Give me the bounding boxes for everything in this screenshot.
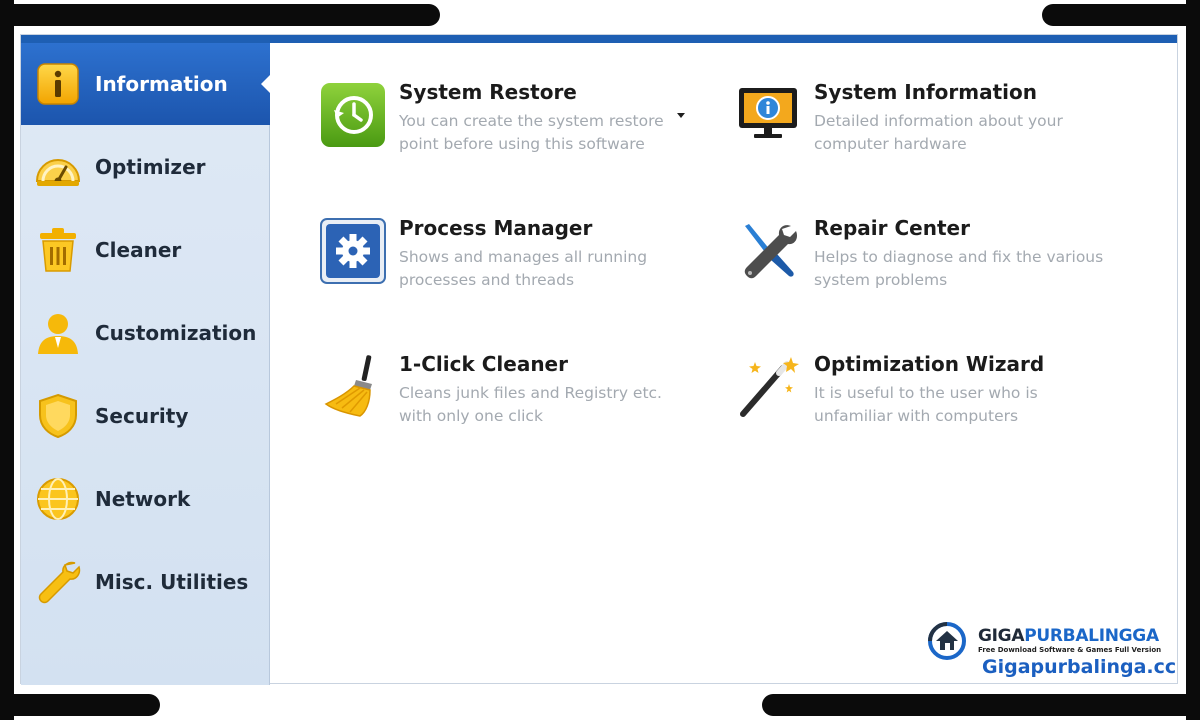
sidebar-item-security[interactable]: Security	[21, 375, 270, 457]
tool-title: System Information	[814, 80, 1037, 104]
watermark-brand-part1: GIGA	[978, 626, 1025, 646]
magic-wand-icon	[735, 354, 801, 420]
sidebar-item-label: Misc. Utilities	[95, 570, 249, 594]
monitor-info-icon	[735, 82, 801, 148]
trash-bin-icon	[33, 225, 83, 275]
tool-title: Process Manager	[399, 216, 593, 240]
tool-description: You can create the system restore point …	[399, 112, 664, 153]
tool-title: Repair Center	[814, 216, 970, 240]
screenshot-frame: Information Optimizer Cleaner Customizat…	[0, 0, 1200, 720]
tool-title: System Restore	[399, 80, 577, 104]
sidebar-item-label: Optimizer	[95, 155, 206, 179]
globe-icon	[33, 474, 83, 524]
sidebar-item-information[interactable]: Information	[21, 43, 270, 125]
frame-bar-top-left	[0, 4, 440, 26]
tool-description: Detailed information about your computer…	[814, 112, 1063, 153]
tool-repair-center[interactable]: Repair Center Helps to diagnose and fix …	[735, 216, 1135, 308]
sidebar-item-label: Information	[95, 72, 228, 96]
tool-description: Helps to diagnose and fix the various sy…	[814, 248, 1104, 289]
wrench-icon	[33, 557, 83, 607]
information-icon	[33, 59, 83, 109]
tool-description: It is useful to the user who is unfamili…	[814, 384, 1038, 425]
app-window: Information Optimizer Cleaner Customizat…	[20, 34, 1178, 685]
user-icon	[33, 308, 83, 358]
tool-title: Optimization Wizard	[814, 352, 1045, 376]
sidebar-item-cleaner[interactable]: Cleaner	[21, 209, 270, 291]
tool-optimization-wizard[interactable]: Optimization Wizard It is useful to the …	[735, 352, 1135, 444]
tool-1-click-cleaner[interactable]: 1-Click Cleaner Cleans junk files and Re…	[320, 352, 720, 444]
clock-restore-icon	[320, 82, 386, 148]
frame-bar-right	[1186, 0, 1200, 720]
frame-bar-left	[0, 0, 14, 720]
broom-icon	[320, 354, 386, 420]
tool-process-manager[interactable]: Process Manager Shows and manages all ru…	[320, 216, 720, 308]
sidebar-item-misc-utilities[interactable]: Misc. Utilities	[21, 541, 270, 623]
tool-system-restore[interactable]: System Restore You can create the system…	[320, 80, 720, 172]
wrench-screwdriver-icon	[735, 218, 801, 284]
sidebar-item-network[interactable]: Network	[21, 458, 270, 540]
sidebar: Information Optimizer Cleaner Customizat…	[21, 43, 270, 685]
watermark-logo-icon	[926, 620, 972, 662]
sidebar-item-label: Customization	[95, 321, 257, 345]
tool-system-information[interactable]: System Information Detailed information …	[735, 80, 1135, 172]
sidebar-item-label: Network	[95, 487, 191, 511]
shield-icon	[33, 391, 83, 441]
frame-bar-bottom-left	[0, 694, 160, 716]
tool-description: Cleans junk files and Registry etc. with…	[399, 384, 662, 425]
frame-bar-top-right	[1042, 4, 1200, 26]
sidebar-item-customization[interactable]: Customization	[21, 292, 270, 374]
tool-description: Shows and manages all running processes …	[399, 248, 648, 289]
watermark-brand-part2: PURBALINGGA	[1024, 626, 1159, 646]
tool-title: 1-Click Cleaner	[399, 352, 568, 376]
gauge-icon	[33, 142, 83, 192]
chevron-down-icon[interactable]	[677, 113, 685, 118]
watermark-url: Gigapurbalinga.cc	[982, 656, 1177, 678]
frame-bar-bottom-right	[762, 694, 1200, 716]
watermark: GIGAPURBALINGGA Free Download Software &…	[926, 620, 1176, 682]
window-accent-line	[21, 35, 1177, 43]
watermark-tagline: Free Download Software & Games Full Vers…	[978, 646, 1162, 654]
sidebar-item-label: Cleaner	[95, 238, 182, 262]
watermark-brand: GIGAPURBALINGGA	[978, 626, 1159, 646]
gear-icon	[320, 218, 386, 284]
sidebar-item-optimizer[interactable]: Optimizer	[21, 126, 270, 208]
sidebar-item-label: Security	[95, 404, 189, 428]
